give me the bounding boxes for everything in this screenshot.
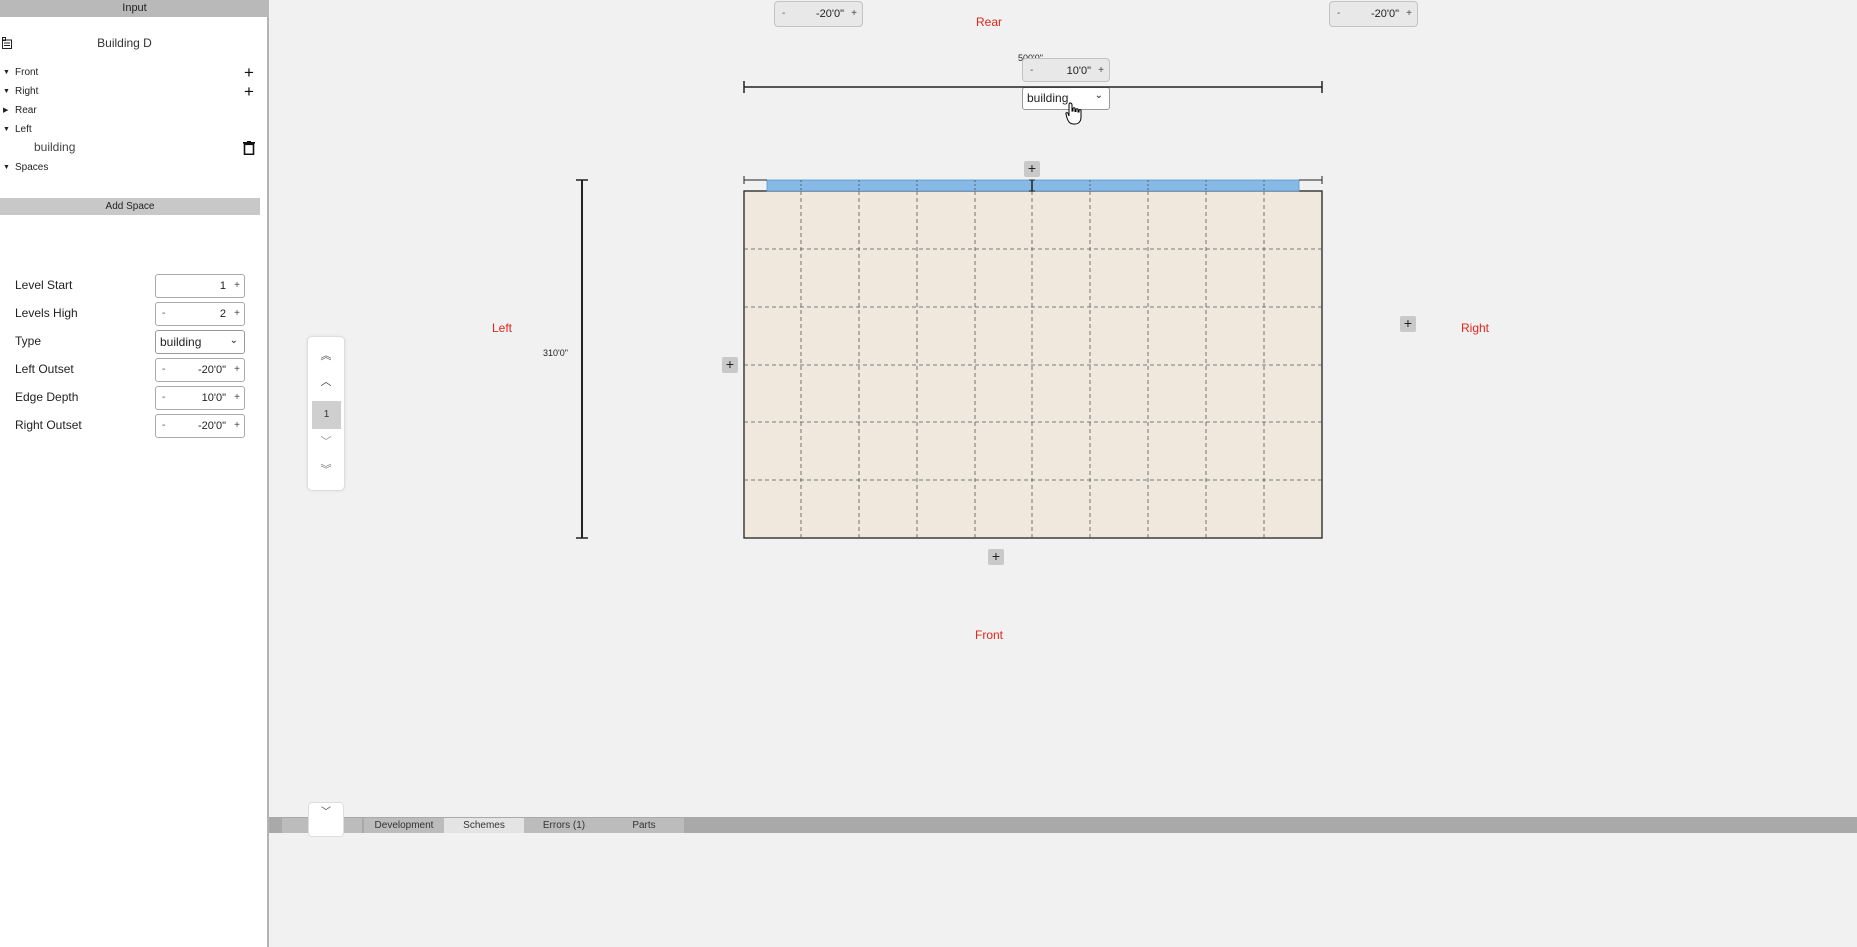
level-navigator: ︽ ︿ 1 ﹀ ︾ <box>307 336 345 491</box>
current-level[interactable]: 1 <box>312 401 341 429</box>
tab-bar: T…s Development Schemes Errors (1) Parts <box>269 817 1857 833</box>
site-plan-canvas <box>576 81 1323 539</box>
add-rear-edge-button[interactable]: + <box>1024 161 1040 177</box>
chevron-up-icon[interactable]: ︿ <box>308 373 344 389</box>
add-right-edge-button[interactable]: + <box>1400 316 1416 332</box>
tab-parts[interactable]: Parts <box>604 818 684 833</box>
height-dimension-label: 310'0" <box>543 348 568 358</box>
hand-cursor-icon <box>1065 102 1082 125</box>
collapse-panel-button[interactable]: ﹀ <box>308 802 344 837</box>
double-chevron-up-icon[interactable]: ︽ <box>308 347 344 363</box>
chevron-down-icon[interactable]: ﹀ <box>308 433 344 449</box>
tab-schemes[interactable]: Schemes <box>444 818 524 833</box>
chevron-down-icon: ﹀ <box>321 807 331 818</box>
double-chevron-down-icon[interactable]: ︾ <box>308 461 344 477</box>
bottom-panel <box>269 833 1857 947</box>
tab-errors[interactable]: Errors (1) <box>524 818 604 833</box>
rear-edge-building[interactable] <box>766 179 1300 192</box>
add-front-edge-button[interactable]: + <box>988 549 1004 565</box>
add-left-edge-button[interactable]: + <box>722 357 738 373</box>
lot-area[interactable] <box>743 190 1323 539</box>
tab-development[interactable]: Development <box>364 818 444 833</box>
